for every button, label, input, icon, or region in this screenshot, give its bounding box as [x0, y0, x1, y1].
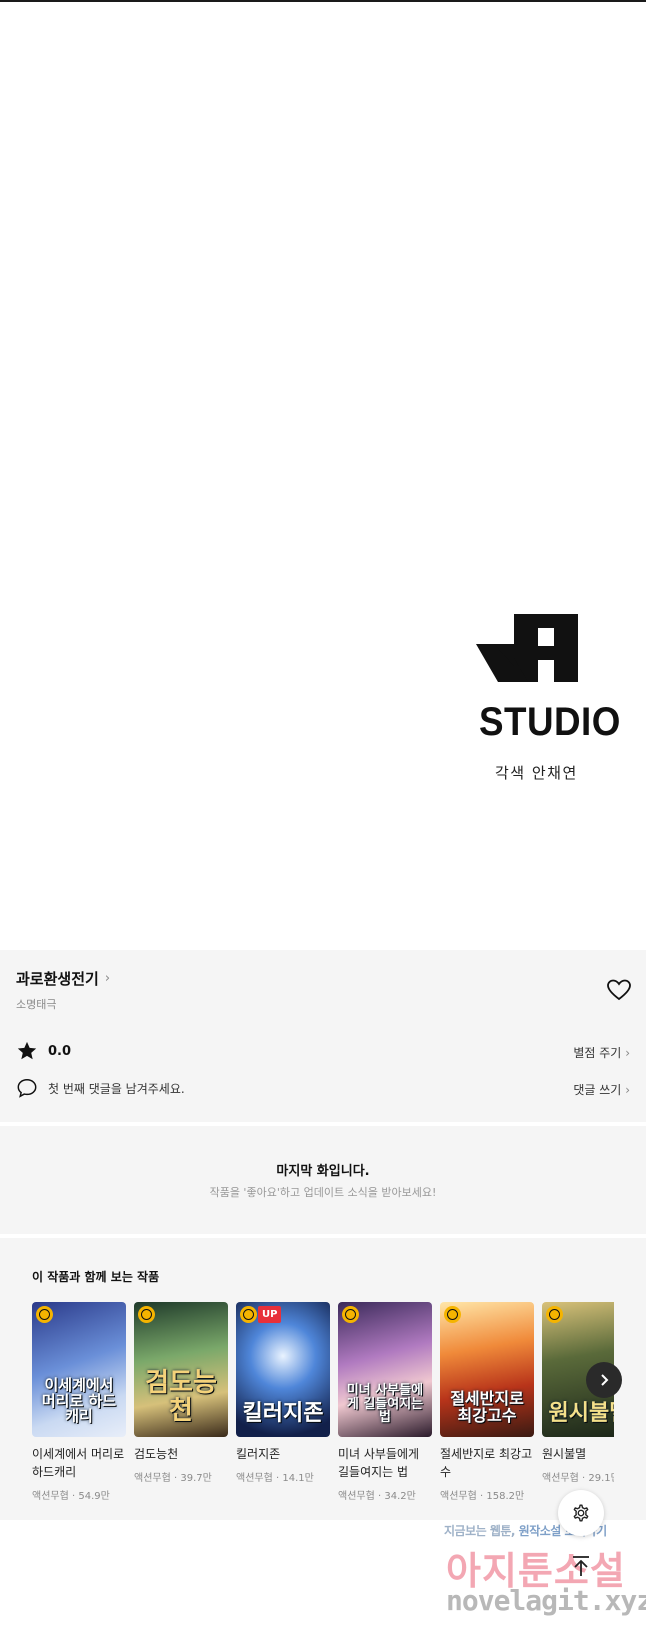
rec-cover-text: 킬러지존 — [242, 1400, 324, 1426]
rec-cover: 절세반지로 최강고수 — [440, 1302, 534, 1437]
rate-button-label: 별점 주기 — [573, 1046, 622, 1060]
chevron-right-icon: › — [625, 1083, 630, 1097]
heart-icon[interactable] — [606, 978, 632, 1002]
rec-card[interactable]: 미녀 사부들에게 길들여지는 법 미녀 사부들에게 길들여지는 법 액션무협 ·… — [338, 1302, 432, 1502]
rec-meta: 액션무협 · 158.2만 — [440, 1491, 525, 1502]
rec-meta: 액션무협 · 34.2만 — [338, 1491, 416, 1502]
wait-free-clock-icon — [138, 1306, 155, 1323]
series-title-link[interactable]: 과로환생전기 › — [16, 968, 110, 989]
arrow-up-icon[interactable] — [570, 1554, 592, 1578]
watermark-url: novelagit.xyz — [446, 1584, 646, 1617]
rec-title: 검도능천 — [134, 1447, 179, 1461]
rating-value: 0.0 — [48, 1043, 72, 1059]
rec-title: 미녀 사부들에게 길들여지는 법 — [338, 1447, 420, 1479]
rec-card[interactable]: 검도능천 검도능천 액션무협 · 39.7만 — [134, 1302, 228, 1484]
wait-free-clock-icon — [240, 1306, 257, 1323]
wait-free-clock-icon — [342, 1306, 359, 1323]
rec-cover: 미녀 사부들에게 길들여지는 법 — [338, 1302, 432, 1437]
studio-wordmark: STUDIO — [479, 700, 621, 744]
carousel-next-button[interactable] — [586, 1362, 622, 1398]
rec-cover-text: 검도능천 — [145, 1368, 217, 1426]
rec-cover-text: 절세반지로 최강고수 — [450, 1389, 524, 1426]
rec-card[interactable]: 이세계에서 머리로 하드캐리 이세계에서 머리로 하드캐리 액션무협 · 54.… — [32, 1302, 126, 1502]
rec-title: 킬러지존 — [236, 1447, 281, 1461]
top-divider — [0, 0, 646, 2]
wait-free-clock-icon — [36, 1306, 53, 1323]
rec-title: 이세계에서 머리로 하드캐리 — [32, 1447, 125, 1479]
series-title: 과로환생전기 — [16, 970, 99, 988]
rec-card[interactable]: 절세반지로 최강고수 절세반지로 최강고수 액션무협 · 158.2만 — [440, 1302, 534, 1502]
recommendations-carousel: 이세계에서 머리로 하드캐리 이세계에서 머리로 하드캐리 액션무협 · 54.… — [32, 1302, 614, 1502]
rate-button[interactable]: 별점 주기 › — [573, 1044, 630, 1061]
rec-cover: 이세계에서 머리로 하드캐리 — [32, 1302, 126, 1437]
write-comment-label: 댓글 쓰기 — [573, 1083, 622, 1097]
rec-meta: 액션무협 · 54.9만 — [32, 1491, 110, 1502]
series-author: 소명태극 — [16, 998, 57, 1011]
last-episode-subtitle: 작품을 '좋아요'하고 업데이트 소식을 받아보세요! — [209, 1186, 437, 1199]
rec-cover-text: 미녀 사부들에게 길들여지는 법 — [346, 1383, 424, 1426]
adaptation-credit: 각색 안채연 — [495, 764, 578, 782]
wait-free-clock-icon — [444, 1306, 461, 1323]
rec-cover-text: 이세계에서 머리로 하드캐리 — [41, 1375, 117, 1426]
rec-cover: UP 킬러지존 — [236, 1302, 330, 1437]
comment-placeholder: 첫 번째 댓글을 남겨주세요. — [48, 1081, 185, 1096]
recommendations-heading: 이 작품과 함께 보는 작품 — [32, 1270, 160, 1284]
settings-gear-icon — [573, 1504, 589, 1522]
rec-card[interactable]: UP 킬러지존 킬러지존 액션무협 · 14.1만 — [236, 1302, 330, 1484]
rec-cover: 검도능천 — [134, 1302, 228, 1437]
star-icon — [17, 1041, 37, 1060]
rec-meta: 액션무협 · 14.1만 — [236, 1473, 314, 1484]
rec-meta: 액션무협 · 29.1만 — [542, 1473, 614, 1484]
speech-bubble-icon — [17, 1079, 37, 1098]
chevron-right-icon — [601, 1374, 609, 1386]
viewer-settings-button[interactable] — [558, 1490, 604, 1536]
rec-title: 절세반지로 최강고수 — [440, 1447, 533, 1479]
write-comment-button[interactable]: 댓글 쓰기 › — [573, 1081, 630, 1098]
chevron-right-icon: › — [104, 971, 111, 986]
rec-title: 원시불멸 — [542, 1447, 587, 1461]
rec-meta: 액션무협 · 39.7만 — [134, 1473, 212, 1484]
comment-prompt[interactable]: 첫 번째 댓글을 남겨주세요. — [16, 1077, 185, 1099]
wait-free-clock-icon — [546, 1306, 563, 1323]
last-episode-panel — [0, 1126, 646, 1234]
update-badge: UP — [258, 1306, 282, 1323]
rec-cover-text: 원시불멸 — [548, 1400, 614, 1426]
rating-row: 0.0 — [16, 1040, 71, 1062]
last-episode-title: 마지막 화입니다. — [276, 1164, 370, 1179]
chevron-right-icon: › — [625, 1046, 630, 1060]
